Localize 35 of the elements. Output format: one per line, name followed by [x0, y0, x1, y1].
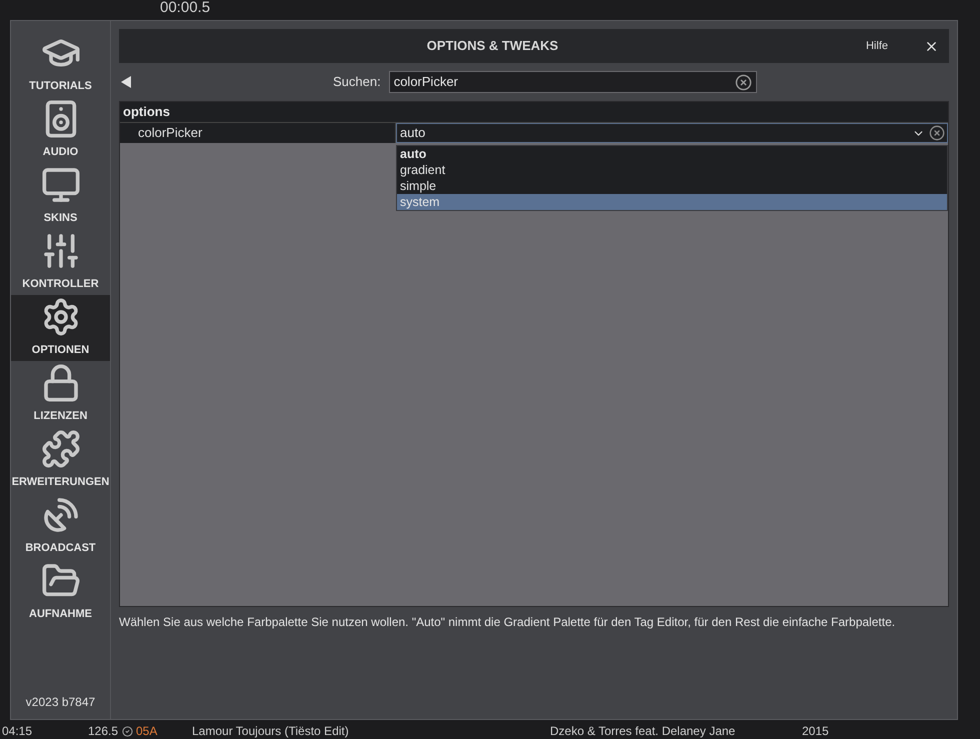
search-field[interactable]: colorPicker	[388, 71, 757, 93]
track-bpm: 126.5	[88, 723, 120, 739]
sidebar-item[interactable]: KONTROLLER	[11, 229, 110, 295]
back-button[interactable]	[121, 76, 131, 88]
track-artist: Dzeko & Torres feat. Delaney Jane	[550, 723, 736, 739]
sidebar-item[interactable]: OPTIONEN	[11, 295, 110, 361]
track-key: 05A	[136, 722, 192, 739]
option-value-select[interactable]: auto	[396, 123, 948, 143]
sidebar-item[interactable]: AUDIO	[11, 97, 110, 163]
sidebar-item[interactable]: ERWEITERUNGEN	[11, 427, 110, 493]
dropdown-option[interactable]: gradient	[397, 162, 947, 178]
check-circle-icon	[122, 726, 133, 736]
sidebar-item[interactable]: TUTORIALS	[11, 31, 110, 97]
option-description: Wählen Sie aus welche Farbpalette Sie nutzen wollen. "Auto" nimmt die Gradient Palette für den Tag Editor, für den Rest die einfache Farbpalette.	[119, 615, 896, 629]
sidebar-item[interactable]: SKINS	[11, 163, 110, 229]
group-header: options	[120, 102, 948, 122]
dropdown-option[interactable]: auto	[397, 146, 947, 162]
dialog-title: OPTIONS & TWEAKS	[426, 37, 560, 56]
reset-icon[interactable]	[929, 125, 945, 141]
deck-time: 00:00.5	[160, 0, 210, 15]
search-label: Suchen:	[333, 73, 381, 92]
clear-icon[interactable]	[734, 74, 752, 90]
track-title: Lamour Toujours (Tiësto Edit)	[192, 723, 350, 739]
sidebar-item[interactable]: AUFNAHME	[11, 559, 110, 625]
track-time: 04:15	[2, 723, 34, 739]
puzzle-icon	[40, 429, 80, 469]
version-label: v2023 b7847	[24, 694, 96, 711]
sidebar-item[interactable]: LIZENZEN	[11, 361, 110, 427]
monitor-icon	[40, 165, 80, 205]
dropdown-option[interactable]: system	[397, 194, 947, 210]
track-year: 2015	[802, 723, 829, 739]
sidebar-item[interactable]: BROADCAST	[11, 493, 110, 559]
dropdown-option[interactable]: simple	[397, 178, 947, 194]
help-button[interactable]: Hilfe	[866, 38, 888, 54]
option-name: colorPicker	[120, 123, 396, 143]
